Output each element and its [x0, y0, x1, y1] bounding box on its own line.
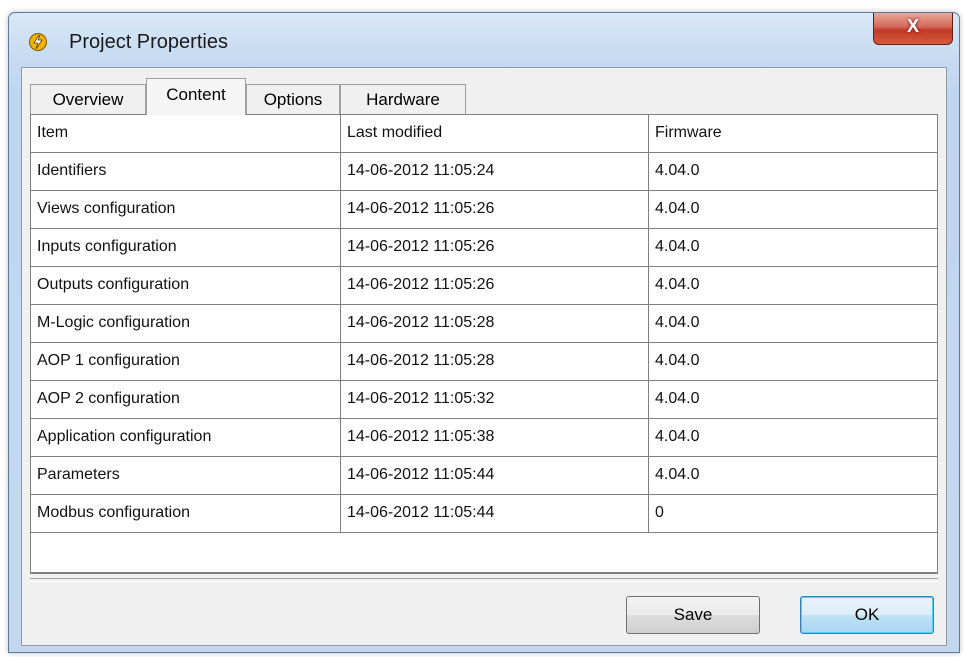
table-row[interactable]: Identifiers 14-06-2012 11:05:24 4.04.0	[31, 153, 937, 191]
lightning-bolt-icon	[29, 33, 47, 51]
last-modified-cell: 14-06-2012 11:05:38	[341, 419, 649, 456]
column-header-firmware[interactable]: Firmware	[649, 115, 937, 152]
window-title: Project Properties	[69, 31, 228, 53]
table-row[interactable]: M-Logic configuration 14-06-2012 11:05:2…	[31, 305, 937, 343]
last-modified-cell: 14-06-2012 11:05:26	[341, 191, 649, 228]
item-cell: AOP 1 configuration	[31, 343, 341, 380]
last-modified-cell: 14-06-2012 11:05:44	[341, 457, 649, 494]
last-modified-cell: 14-06-2012 11:05:24	[341, 153, 649, 190]
table-row[interactable]: Views configuration 14-06-2012 11:05:26 …	[31, 191, 937, 229]
firmware-cell: 4.04.0	[655, 352, 700, 369]
table-row[interactable]: AOP 2 configuration 14-06-2012 11:05:32 …	[31, 381, 937, 419]
item-cell: AOP 2 configuration	[31, 381, 341, 418]
firmware-cell: 4.04.0	[655, 314, 700, 331]
table-header: Item Last modified Firmware	[31, 115, 937, 153]
footer-divider	[30, 578, 938, 582]
firmware-cell: 4.04.0	[655, 390, 700, 407]
table-row[interactable]: Modbus configuration 14-06-2012 11:05:44…	[31, 495, 937, 533]
last-modified-cell: 14-06-2012 11:05:26	[341, 267, 649, 304]
close-button[interactable]: X	[873, 13, 953, 45]
tab-content[interactable]: Content	[146, 78, 246, 115]
firmware-cell: 0	[655, 504, 664, 521]
project-properties-window: Project Properties X Overview Content Op…	[8, 12, 960, 653]
table-row[interactable]: Outputs configuration 14-06-2012 11:05:2…	[31, 267, 937, 305]
tab-overview[interactable]: Overview	[30, 84, 146, 114]
firmware-cell: 4.04.0	[655, 466, 700, 483]
table-row[interactable]: Parameters 14-06-2012 11:05:44 4.04.0	[31, 457, 937, 495]
dialog-body: Overview Content Options Hardware Item L…	[21, 67, 947, 646]
title-bar[interactable]: Project Properties X	[9, 13, 959, 65]
last-modified-cell: 14-06-2012 11:05:44	[341, 495, 649, 532]
close-icon: X	[906, 16, 919, 36]
last-modified-cell: 14-06-2012 11:05:26	[341, 229, 649, 266]
firmware-cell: 4.04.0	[655, 162, 700, 179]
item-cell: Views configuration	[31, 191, 341, 228]
item-cell: Application configuration	[31, 419, 341, 456]
column-header-last-modified[interactable]: Last modified	[341, 115, 649, 152]
table-row[interactable]: Inputs configuration 14-06-2012 11:05:26…	[31, 229, 937, 267]
last-modified-cell: 14-06-2012 11:05:28	[341, 305, 649, 342]
last-modified-cell: 14-06-2012 11:05:28	[341, 343, 649, 380]
last-modified-cell: 14-06-2012 11:05:32	[341, 381, 649, 418]
firmware-cell: 4.04.0	[655, 238, 700, 255]
firmware-cell: 4.04.0	[655, 276, 700, 293]
tab-options[interactable]: Options	[246, 84, 340, 114]
empty-table-row	[31, 533, 937, 573]
item-cell: M-Logic configuration	[31, 305, 341, 342]
content-table: Item Last modified Firmware Identifiers …	[30, 114, 938, 574]
item-cell: Inputs configuration	[31, 229, 341, 266]
column-header-item[interactable]: Item	[31, 115, 341, 152]
ok-button[interactable]: OK	[800, 596, 934, 634]
firmware-cell: 4.04.0	[655, 428, 700, 445]
save-button[interactable]: Save	[626, 596, 760, 634]
item-cell: Modbus configuration	[31, 495, 341, 532]
table-row[interactable]: Application configuration 14-06-2012 11:…	[31, 419, 937, 457]
item-cell: Parameters	[31, 457, 341, 494]
tab-hardware[interactable]: Hardware	[340, 84, 466, 114]
item-cell: Identifiers	[31, 153, 341, 190]
firmware-cell: 4.04.0	[655, 200, 700, 217]
item-cell: Outputs configuration	[31, 267, 341, 304]
table-row[interactable]: AOP 1 configuration 14-06-2012 11:05:28 …	[31, 343, 937, 381]
